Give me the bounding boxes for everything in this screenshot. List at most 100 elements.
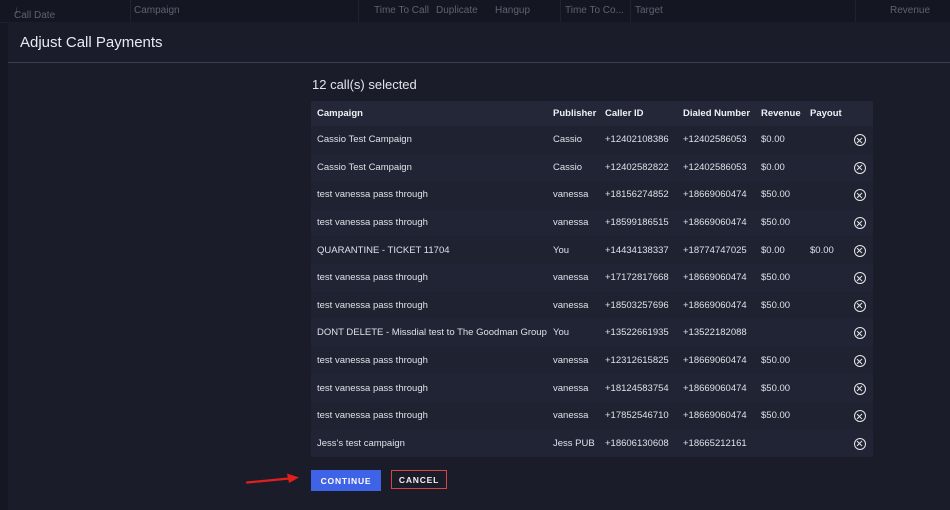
- remove-circle-x-icon[interactable]: [854, 437, 866, 450]
- column-publisher: Publisher: [547, 101, 599, 126]
- column-caller-id: Caller ID: [599, 101, 677, 126]
- cell-dialed-number: +18669060474: [683, 382, 747, 394]
- background-table-header: Call Date ↓ Campaign Time To Call Duplic…: [0, 0, 950, 23]
- cell-dialed-number: +18669060474: [683, 189, 747, 201]
- cell-dialed-number: +18669060474: [683, 299, 747, 311]
- remove-cell: [848, 319, 873, 347]
- cell-payout: [804, 181, 848, 209]
- cell-caller-id: +18156274852: [605, 189, 669, 201]
- table-row: Cassio Test Campaign Cassio +12402108386 +1…: [311, 126, 873, 154]
- cell-payout: [804, 430, 848, 458]
- column-separator: [855, 0, 856, 22]
- selected-count: 12 call(s) selected: [312, 77, 417, 92]
- cell-campaign: Cassio Test Campaign: [317, 161, 412, 173]
- cell-payout: $0.00: [810, 244, 834, 256]
- column-payout: Payout: [804, 101, 848, 126]
- cancel-button[interactable]: CANCEL: [391, 470, 447, 489]
- remove-cell: [848, 430, 873, 458]
- remove-circle-x-icon[interactable]: [854, 272, 866, 285]
- cell-campaign: test vanessa pass through: [317, 217, 428, 229]
- remove-cell: [848, 236, 873, 264]
- adjust-call-payments-modal: Adjust Call Payments 12 call(s) selected…: [8, 22, 950, 510]
- cell-publisher: You: [553, 244, 570, 256]
- cell-revenue: $0.00: [761, 134, 785, 146]
- header-time-to-call[interactable]: Time To Call: [374, 5, 429, 16]
- cell-publisher: vanessa: [553, 189, 589, 201]
- remove-cell: [848, 126, 873, 154]
- remove-circle-x-icon[interactable]: [854, 327, 866, 340]
- cell-revenue: $50.00: [761, 272, 791, 284]
- table-row: Cassio Test Campaign Cassio +12402582822 +1…: [311, 153, 873, 182]
- cell-publisher: Cassio: [553, 134, 583, 146]
- cell-caller-id: +12402582822: [605, 161, 669, 173]
- cell-publisher: vanessa: [553, 410, 589, 422]
- remove-cell: [848, 181, 873, 209]
- cell-dialed-number: +18669060474: [683, 272, 747, 284]
- table-row: test vanessa pass through vanessa +1815627…: [311, 181, 873, 209]
- cell-revenue: $50.00: [761, 217, 791, 229]
- cell-caller-id: +14434138337: [605, 244, 669, 256]
- cell-campaign: Cassio Test Campaign: [317, 134, 412, 146]
- cell-caller-id: +17172817668: [605, 272, 669, 284]
- cell-caller-id: +18599186515: [605, 217, 669, 229]
- header-target[interactable]: Target: [635, 5, 663, 16]
- cell-dialed-number: +12402586053: [683, 161, 747, 173]
- cell-payout: [804, 319, 848, 347]
- table-row: test vanessa pass through vanessa +1231261…: [311, 346, 873, 375]
- cell-campaign: test vanessa pass through: [317, 299, 428, 311]
- continue-button[interactable]: CONTINUE: [311, 470, 381, 491]
- column-revenue: Revenue: [755, 101, 804, 126]
- remove-circle-x-icon[interactable]: [854, 382, 866, 395]
- table-row: Jess's test campaign Jess PUB +18606130608…: [311, 429, 873, 458]
- remove-cell: [848, 402, 873, 430]
- cell-campaign: test vanessa pass through: [317, 355, 428, 367]
- cell-campaign: test vanessa pass through: [317, 382, 428, 394]
- cell-revenue: [755, 430, 804, 458]
- column-separator: [358, 0, 359, 22]
- cell-revenue: $50.00: [761, 299, 791, 311]
- cell-caller-id: +12312615825: [605, 355, 669, 367]
- selected-calls-table: Campaign Publisher Caller ID Dialed Numb…: [311, 101, 873, 458]
- cell-revenue: $0.00: [761, 244, 785, 256]
- cell-payout: [804, 292, 848, 320]
- remove-circle-x-icon[interactable]: [854, 244, 866, 257]
- header-duplicate[interactable]: Duplicate: [436, 5, 478, 16]
- cell-dialed-number: +18669060474: [683, 217, 747, 229]
- remove-circle-x-icon[interactable]: [854, 134, 866, 147]
- cell-campaign: QUARANTINE - TICKET 11704: [317, 244, 450, 256]
- header-call-date[interactable]: Call Date ↓: [14, 5, 55, 21]
- remove-circle-x-icon[interactable]: [854, 299, 866, 312]
- header-campaign[interactable]: Campaign: [134, 5, 180, 16]
- cell-revenue: $50.00: [761, 410, 791, 422]
- cell-publisher: Jess PUB: [553, 437, 595, 449]
- remove-circle-x-icon[interactable]: [854, 355, 866, 368]
- remove-cell: [848, 292, 873, 320]
- table-row: test vanessa pass through vanessa +1812458…: [311, 374, 873, 402]
- header-hangup[interactable]: Hangup: [495, 5, 530, 16]
- remove-cell: [848, 209, 873, 237]
- cell-dialed-number: +18665212161: [683, 437, 747, 449]
- cell-revenue: $50.00: [761, 355, 791, 367]
- table-row: DONT DELETE - Missdial test to The Goodm…: [311, 319, 873, 347]
- cell-dialed-number: +13522182088: [683, 327, 747, 339]
- header-time-to-connect[interactable]: Time To Co...: [565, 5, 624, 16]
- cell-payout: [804, 154, 848, 182]
- cell-payout: [804, 374, 848, 402]
- remove-circle-x-icon[interactable]: [854, 189, 866, 202]
- header-revenue[interactable]: Revenue: [890, 5, 930, 16]
- cell-payout: [804, 264, 848, 292]
- cell-publisher: vanessa: [553, 299, 589, 311]
- cell-caller-id: +17852546710: [605, 410, 669, 422]
- column-separator: [630, 0, 631, 22]
- cell-revenue: $50.00: [761, 189, 791, 201]
- cell-campaign: Jess's test campaign: [317, 437, 405, 449]
- remove-circle-x-icon[interactable]: [854, 410, 866, 423]
- remove-circle-x-icon[interactable]: [854, 161, 866, 174]
- column-campaign: Campaign: [311, 101, 547, 126]
- modal-header: Adjust Call Payments: [8, 22, 950, 63]
- table-row: test vanessa pass through vanessa +1859918…: [311, 208, 873, 237]
- cell-campaign: DONT DELETE - Missdial test to The Goodm…: [317, 327, 547, 339]
- remove-circle-x-icon[interactable]: [854, 217, 866, 230]
- cell-payout: [804, 126, 848, 154]
- cell-dialed-number: +18774747025: [683, 244, 747, 256]
